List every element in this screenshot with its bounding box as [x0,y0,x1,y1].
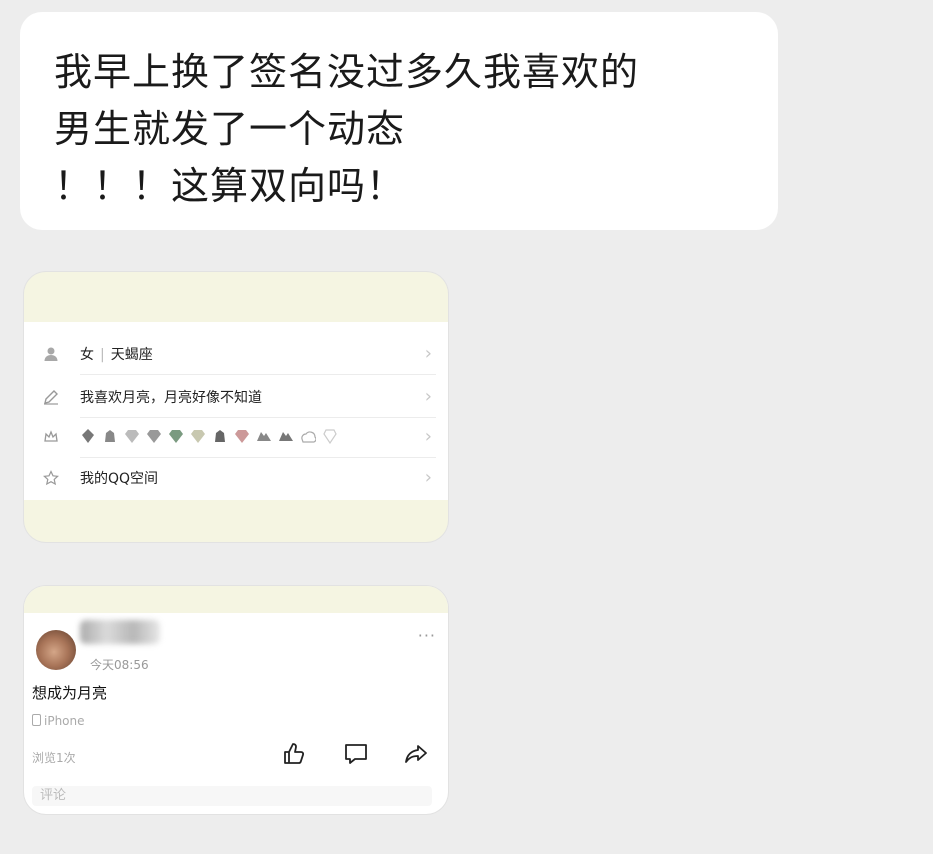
profile-row-badges: › [24,417,448,458]
badge-icon [105,430,115,442]
post-screenshot-image[interactable]: 今天08:56 ··· 想成为月亮 iPhone 浏览1次 评论 [24,586,448,814]
gender-zodiac: 女 | 天蝎座 [80,347,153,363]
badge-icon [191,430,205,443]
view-count: 浏览1次 [32,751,76,765]
chevron-right-icon: › [424,343,432,364]
badge-icon [235,430,249,443]
badge-icon [279,432,293,441]
post-content: 想成为月亮 [32,684,108,702]
like-icon [284,743,305,764]
badge-icon [323,429,337,444]
message-text: 我早上换了签名没过多久我喜欢的 男生就发了一个动态 ！！！这算双向吗！ [54,50,640,208]
star-icon [42,470,60,488]
chevron-right-icon: › [424,386,432,407]
badge-icon [301,431,316,443]
badge-icon [82,429,94,443]
bubble-tail [28,38,42,56]
profile-row-signature: 我喜欢月亮，月亮好像不知道 › [24,377,448,418]
post-device: iPhone [32,714,85,728]
signature-text: 我喜欢月亮，月亮好像不知道 [80,390,262,406]
chevron-right-icon: › [424,467,432,488]
badge-icon [257,432,271,441]
badge-icon [125,430,139,443]
phone-icon [32,714,41,726]
card-top-band [24,586,448,613]
comment-input: 评论 [32,786,432,806]
post-time: 今天08:56 [90,658,149,672]
person-icon [42,346,60,364]
badge-icons [80,428,338,448]
profile-screenshot-image[interactable]: 女 | 天蝎座 › 我喜欢月亮，月亮好像不知道 › › 我的QQ空间 › [24,272,448,542]
comment-icon [345,744,367,764]
badge-icon [147,430,161,443]
profile-info-list: 女 | 天蝎座 › 我喜欢月亮，月亮好像不知道 › › 我的QQ空间 › [24,322,448,500]
share-icon [405,745,427,763]
crown-icon [42,429,60,447]
chevron-right-icon: › [424,426,432,447]
badge-icon [169,430,183,443]
qzone-link: 我的QQ空间 [80,471,159,487]
profile-row-gender: 女 | 天蝎座 › [24,334,448,375]
pen-icon [42,389,60,407]
chat-message-bubble[interactable]: 我早上换了签名没过多久我喜欢的 男生就发了一个动态 ！！！这算双向吗！ [20,12,778,230]
more-icon: ··· [417,626,436,645]
avatar [36,630,76,670]
blurred-username [80,620,160,644]
profile-row-qzone: 我的QQ空间 › [24,458,448,499]
badge-icon [215,430,225,442]
